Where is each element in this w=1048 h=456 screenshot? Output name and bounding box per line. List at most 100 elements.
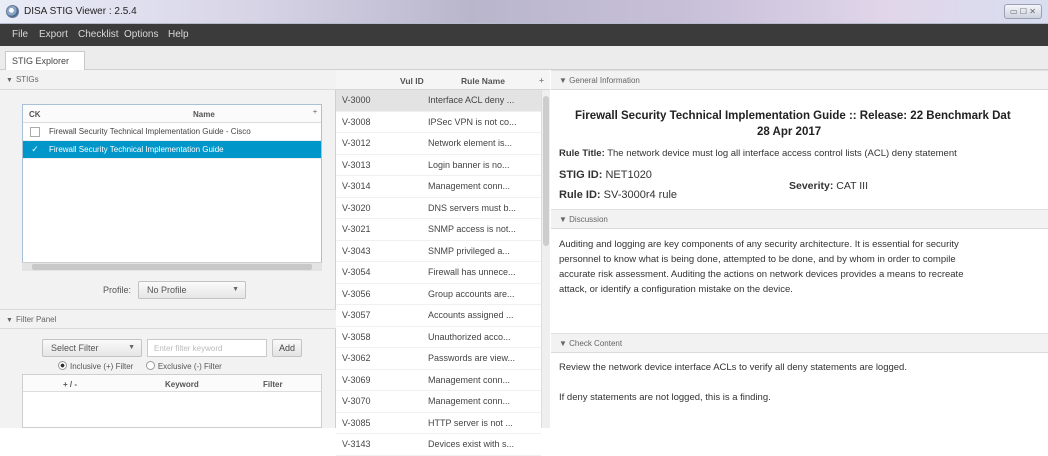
filter-mode-radios: Inclusive (+) Filter Exclusive (-) Filte…: [58, 361, 222, 371]
column-menu-icon[interactable]: +: [539, 75, 544, 85]
discussion-header[interactable]: ▼ Discussion: [551, 209, 1048, 229]
vul-id: V-3043: [342, 245, 371, 256]
stig-checkbox[interactable]: [30, 127, 40, 137]
discussion-title: Discussion: [569, 215, 608, 224]
collapse-triangle-icon: ▼: [6, 317, 13, 324]
check-content-title: Check Content: [569, 339, 623, 348]
rule-row[interactable]: V-3008 IPSec VPN is not co...: [336, 112, 541, 133]
rule-row[interactable]: V-3020 DNS servers must b...: [336, 198, 541, 219]
rule-row-selected[interactable]: V-3000 Interface ACL deny ...: [336, 90, 541, 112]
tab-stig-explorer[interactable]: STIG Explorer: [5, 51, 85, 70]
filter-keyword-input[interactable]: Enter filter keyword: [147, 339, 267, 357]
rule-row[interactable]: V-3062 Passwords are view...: [336, 348, 541, 370]
stig-name: Firewall Security Technical Implementati…: [49, 145, 224, 154]
keyword-column-header[interactable]: Keyword: [165, 380, 199, 389]
tab-strip: STIG Explorer: [0, 46, 1048, 70]
rules-table-header: Vul ID Rule Name +: [336, 70, 550, 90]
ck-column-header[interactable]: CK: [29, 110, 41, 119]
rule-name: Devices exist with s...: [428, 439, 515, 449]
rules-scrollbar[interactable]: [541, 90, 550, 428]
vul-id: V-3021: [342, 224, 371, 234]
stigs-panel-header[interactable]: ▼ STIGs: [0, 70, 336, 90]
exclusive-radio[interactable]: [145, 361, 155, 370]
vul-id-column-header[interactable]: Vul ID: [400, 76, 424, 86]
rule-row[interactable]: V-3054 Firewall has unnece...: [336, 262, 541, 284]
stig-table-scrollbar[interactable]: [22, 262, 322, 271]
check-icon[interactable]: ✓: [30, 145, 40, 155]
select-filter-dropdown[interactable]: Select Filter ▼: [42, 339, 142, 357]
rule-row[interactable]: V-3085 HTTP server is not ...: [336, 413, 541, 434]
rule-name: Group accounts are...: [428, 288, 515, 299]
vul-id: V-3056: [342, 288, 371, 299]
stig-row[interactable]: Firewall Security Technical Implementati…: [23, 123, 321, 141]
discussion-line: Auditing and logging are key components …: [559, 239, 959, 250]
rule-row[interactable]: V-3012 Network element is...: [336, 133, 541, 155]
filter-panel-title: Filter Panel: [15, 315, 57, 324]
check-content-header[interactable]: ▼ Check Content: [551, 333, 1048, 353]
inclusive-radio[interactable]: [58, 361, 67, 370]
collapse-triangle-icon: ▼: [559, 76, 567, 85]
vul-id: V-3143: [342, 439, 371, 449]
general-info-header[interactable]: ▼ General Information: [551, 70, 1048, 90]
add-filter-button[interactable]: Add: [272, 339, 302, 357]
rule-name-column-header[interactable]: Rule Name: [461, 76, 505, 86]
profile-select[interactable]: No Profile ▼: [138, 281, 246, 299]
vul-id: V-3085: [342, 417, 371, 428]
name-column-header[interactable]: Name: [193, 110, 215, 119]
menu-export[interactable]: Export: [39, 29, 68, 40]
stig-row-selected[interactable]: ✓ Firewall Security Technical Implementa…: [23, 141, 321, 159]
rule-name: IPSec VPN is not co...: [428, 116, 517, 127]
vul-id: V-3013: [342, 159, 371, 170]
rule-row[interactable]: V-3058 Unauthorized acco...: [336, 327, 541, 348]
rule-row[interactable]: V-3014 Management conn...: [336, 176, 541, 198]
rule-title: Rule Title: The network device must log …: [559, 148, 957, 159]
stig-id-label: STIG ID:: [559, 169, 603, 181]
vul-id: V-3054: [342, 267, 371, 277]
profile-label: Profile:: [103, 285, 132, 295]
vul-id: V-3070: [342, 396, 371, 406]
collapse-triangle-icon: ▼: [559, 339, 567, 348]
column-menu-icon[interactable]: +: [313, 109, 317, 116]
rule-row[interactable]: V-3021 SNMP access is not...: [336, 219, 541, 241]
menu-options[interactable]: Options: [124, 29, 158, 40]
severity-label: Severity:: [789, 180, 834, 192]
select-filter-label: Select Filter: [51, 343, 99, 353]
filter-panel-header[interactable]: ▼ Filter Panel: [0, 309, 336, 329]
discussion-line: accurate risk assessment. Auditing the a…: [559, 269, 964, 280]
scrollbar-thumb[interactable]: [32, 264, 312, 270]
vul-id: V-3058: [342, 331, 371, 342]
menu-checklist[interactable]: Checklist: [78, 29, 119, 40]
discussion-line: personnel to know what is being done, at…: [559, 254, 956, 265]
stig-table-header: CK Name +: [23, 105, 321, 123]
check-content-line: If deny statements are not logged, this …: [559, 392, 771, 403]
menu-help[interactable]: Help: [168, 29, 189, 40]
rule-title-label: Rule Title:: [559, 148, 605, 159]
chevron-down-icon: ▼: [232, 286, 239, 293]
rule-row[interactable]: V-3143 Devices exist with s...: [336, 434, 541, 456]
rule-row[interactable]: V-3069 Management conn...: [336, 370, 541, 391]
window-controls[interactable]: ▭ ☐ ✕: [1004, 4, 1042, 19]
menu-file[interactable]: File: [12, 29, 28, 40]
rule-name: HTTP server is not ...: [428, 417, 513, 428]
rules-panel: Vul ID Rule Name + V-3000 Interface ACL d…: [336, 70, 550, 456]
stig-id-value: NET1020: [605, 169, 652, 181]
vul-id: V-3020: [342, 202, 371, 213]
rule-row[interactable]: V-3070 Management conn...: [336, 391, 541, 413]
rule-title-text: The network device must log all interfac…: [607, 148, 957, 159]
rule-id-label: Rule ID:: [559, 189, 601, 201]
rule-name: Management conn...: [428, 181, 511, 191]
rule-row[interactable]: V-3057 Accounts assigned ...: [336, 305, 541, 327]
filter-column-header[interactable]: Filter: [263, 380, 283, 389]
general-info-title: General Information: [569, 76, 640, 85]
rule-row[interactable]: V-3013 Login banner is no...: [336, 155, 541, 176]
profile-value: No Profile: [147, 285, 187, 295]
scrollbar-thumb[interactable]: [543, 96, 549, 246]
vul-id: V-3069: [342, 374, 371, 385]
rule-name: Interface ACL deny ...: [428, 95, 515, 105]
rule-row[interactable]: V-3056 Group accounts are...: [336, 284, 541, 305]
rule-name: Accounts assigned ...: [428, 310, 514, 320]
rule-name: Firewall has unnece...: [428, 267, 516, 277]
vul-id: V-3062: [342, 353, 371, 363]
rule-row[interactable]: V-3043 SNMP privileged a...: [336, 241, 541, 262]
plusminus-column-header[interactable]: + / -: [63, 380, 77, 389]
